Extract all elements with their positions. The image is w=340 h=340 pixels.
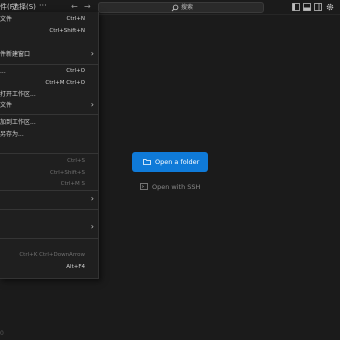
- status-indicator: 0: [0, 330, 4, 337]
- settings-gear-icon[interactable]: [326, 3, 334, 11]
- open-folder-button[interactable]: Open a folder: [132, 152, 208, 172]
- open-with-ssh-label: Open with SSH: [152, 183, 201, 191]
- more-menu-icon[interactable]: ···: [39, 1, 47, 11]
- menu-separator: [0, 238, 99, 239]
- menu-item-shortcut: Ctrl+K Ctrl+DownArrow: [19, 252, 85, 258]
- toggle-secondary-sidebar-icon[interactable]: [314, 3, 322, 11]
- submenu-chevron-icon: ›: [90, 222, 94, 231]
- menu-item-new-window-profile[interactable]: 件新建窗口 ›: [0, 49, 99, 60]
- menu-item-exit[interactable]: Alt+F4: [0, 262, 99, 273]
- search-icon: [171, 4, 179, 12]
- back-arrow-icon[interactable]: ←: [71, 2, 78, 12]
- menu-item-save-as[interactable]: Ctrl+Shift+S: [0, 168, 99, 179]
- menu-separator: [0, 64, 99, 65]
- menu-item-shortcut: Ctrl+Shift+S: [50, 170, 85, 176]
- menu-item-save[interactable]: Ctrl+S: [0, 156, 99, 167]
- menu-item-open-file[interactable]: ... Ctrl+O: [0, 66, 99, 77]
- menu-item-label: 文件: [0, 16, 13, 23]
- menu-item-label: 件新建窗口: [0, 51, 31, 58]
- command-center-search[interactable]: 搜索: [98, 2, 264, 13]
- menu-item-new-window[interactable]: Ctrl+Shift+N: [0, 26, 99, 37]
- menu-item-label: ...: [0, 68, 6, 75]
- menu-separator: [0, 114, 99, 115]
- toggle-primary-sidebar-icon[interactable]: [292, 3, 300, 11]
- forward-arrow-icon[interactable]: →: [84, 2, 91, 12]
- file-menu-dropdown: 文件 Ctrl+N Ctrl+Shift+N 件新建窗口 › ... Ctrl+…: [0, 12, 99, 279]
- menu-item-shortcut: Ctrl+O: [66, 68, 85, 74]
- toggle-panel-icon[interactable]: [303, 3, 311, 11]
- menu-item-preferences[interactable]: ›: [0, 222, 99, 233]
- menu-separator: [0, 190, 99, 191]
- menu-item-shortcut: Ctrl+M S: [60, 181, 85, 187]
- menu-item-label: 打开工作区...: [0, 91, 36, 98]
- menu-item-label: 另存为...: [0, 131, 24, 138]
- menu-item-open-workspace[interactable]: 打开工作区...: [0, 89, 99, 100]
- menu-item-label: 加到工作区...: [0, 119, 36, 126]
- search-placeholder: 搜索: [181, 4, 194, 11]
- menu-item-shortcut: Ctrl+S: [67, 158, 85, 164]
- menu-item-new-file[interactable]: 文件 Ctrl+N: [0, 14, 99, 25]
- submenu-chevron-icon: ›: [90, 100, 94, 109]
- menu-selection[interactable]: 选择(S): [12, 3, 36, 11]
- menu-item-save-workspace-as[interactable]: 另存为...: [0, 129, 99, 140]
- remote-terminal-icon: [140, 183, 148, 190]
- folder-icon: [143, 159, 151, 165]
- menu-item-share[interactable]: ›: [0, 194, 99, 205]
- open-folder-label: Open a folder: [155, 158, 200, 166]
- menu-separator: [0, 209, 99, 210]
- menu-item-save-all[interactable]: Ctrl+M S: [0, 179, 99, 190]
- menu-item-shortcut: Ctrl+Shift+N: [49, 28, 85, 34]
- open-with-ssh-link[interactable]: Open with SSH: [140, 181, 210, 193]
- submenu-chevron-icon: ›: [90, 194, 94, 203]
- menu-item-add-folder-to-workspace[interactable]: 加到工作区...: [0, 117, 99, 128]
- menu-item-shortcut: Ctrl+M Ctrl+O: [45, 80, 85, 86]
- menu-item-open-folder[interactable]: Ctrl+M Ctrl+O: [0, 78, 99, 89]
- menu-item-open-recent[interactable]: 文件 ›: [0, 100, 99, 111]
- menu-separator: [0, 153, 99, 154]
- menu-item-close-folder[interactable]: Ctrl+K Ctrl+DownArrow: [0, 250, 99, 261]
- menu-item-shortcut: Ctrl+N: [66, 16, 85, 22]
- menu-item-shortcut: Alt+F4: [66, 264, 85, 270]
- menu-item-label: 文件: [0, 102, 13, 109]
- submenu-chevron-icon: ›: [90, 49, 94, 58]
